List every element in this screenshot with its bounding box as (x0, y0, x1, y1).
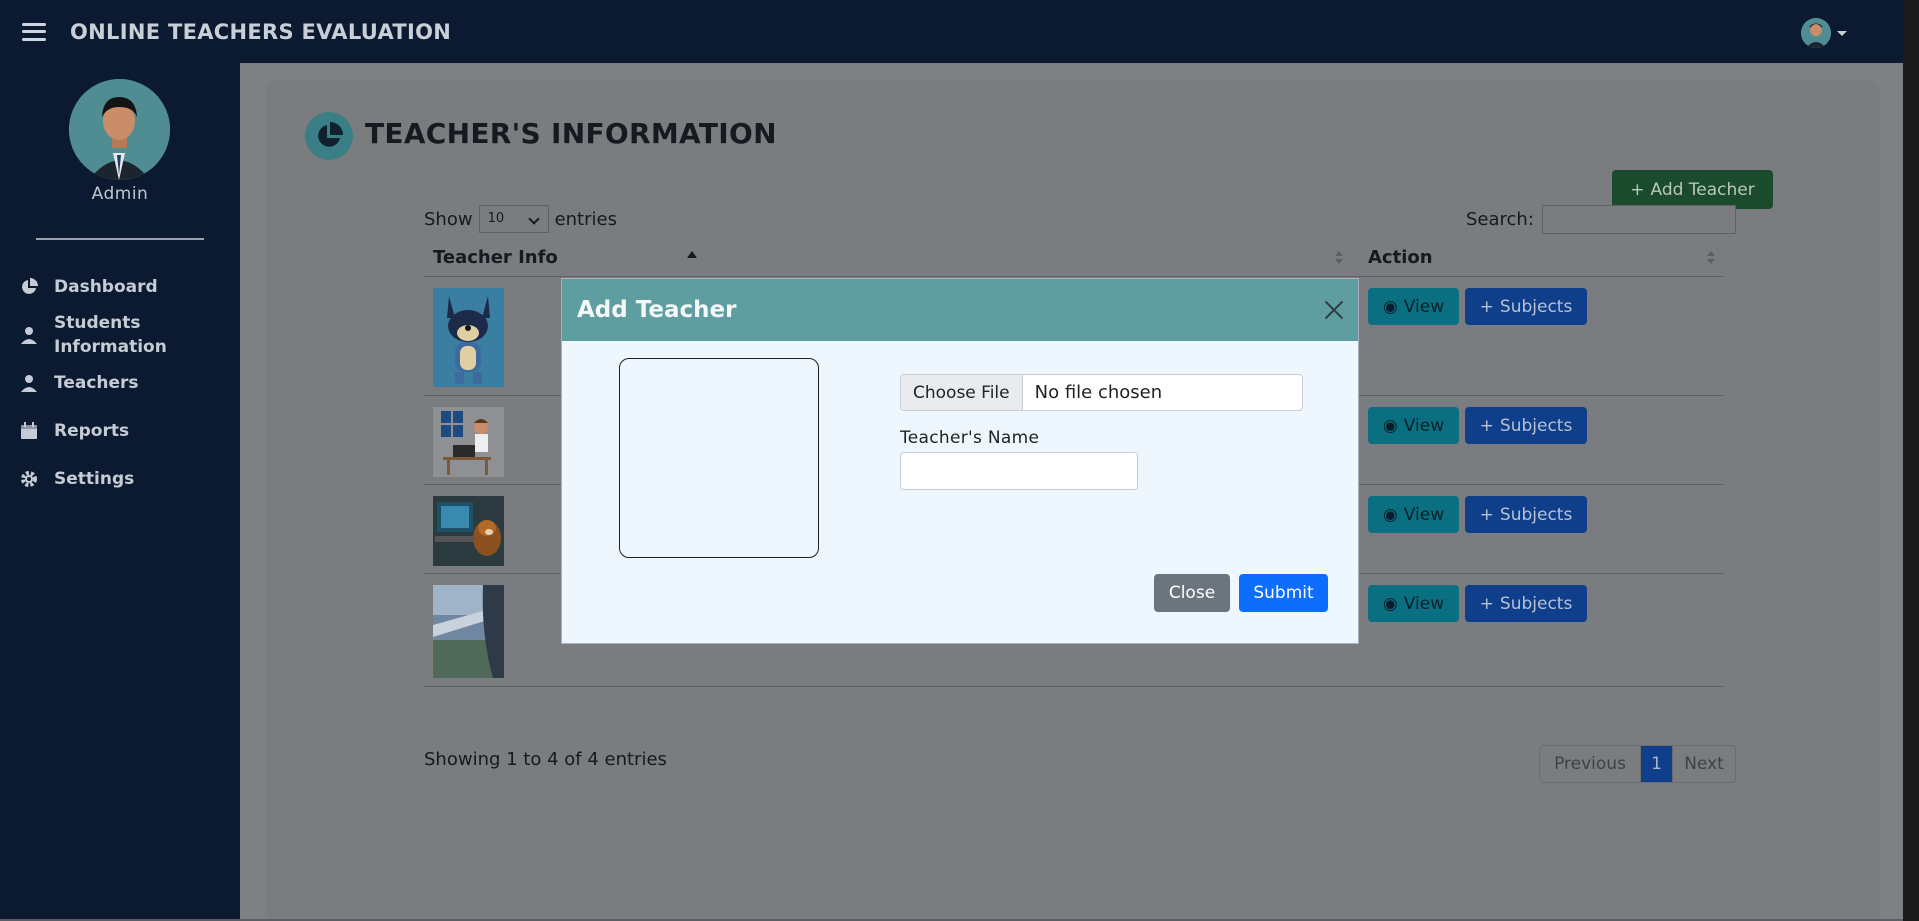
teacher-photo (433, 496, 504, 566)
close-icon[interactable] (1324, 300, 1344, 320)
view-button[interactable]: ◉ View (1368, 585, 1459, 622)
plus-icon: + (1479, 415, 1494, 436)
teacher-photo (433, 288, 504, 387)
pagination: Previous 1 Next (1539, 745, 1736, 783)
chevron-down-icon (1837, 30, 1847, 36)
view-label: View (1403, 415, 1445, 436)
plus-icon: + (1479, 296, 1494, 317)
entries-select[interactable]: 10 (478, 205, 549, 233)
hamburger-menu-icon[interactable] (22, 22, 46, 41)
show-label: Show (424, 208, 473, 230)
sort-ascending-icon (687, 251, 697, 258)
teacher-name-label: Teacher's Name (900, 428, 1040, 448)
teacher-photo (433, 407, 504, 477)
subjects-button[interactable]: + Subjects (1465, 496, 1587, 533)
view-label: View (1403, 504, 1445, 525)
file-input[interactable]: Choose File No file chosen (900, 374, 1303, 411)
pagination-next[interactable]: Next (1672, 746, 1735, 782)
table-search: Search: (1466, 205, 1736, 234)
pagination-page-1[interactable]: 1 (1641, 746, 1672, 782)
user-icon (20, 374, 37, 392)
view-label: View (1403, 593, 1445, 614)
subjects-label: Subjects (1499, 593, 1573, 614)
sidebar-item-teachers[interactable]: Teachers (0, 359, 240, 407)
entries-label: entries (554, 208, 617, 230)
user-avatar-icon (1801, 18, 1831, 48)
row-actions: ◉ View + Subjects (1368, 496, 1587, 533)
file-status: No file chosen (1034, 382, 1163, 403)
user-menu-toggle[interactable] (1801, 18, 1847, 48)
page-title: TEACHER'S INFORMATION (365, 117, 777, 150)
sidebar-item-reports[interactable]: Reports (0, 407, 240, 455)
view-button[interactable]: ◉ View (1368, 288, 1459, 325)
subjects-label: Subjects (1499, 504, 1573, 525)
view-button[interactable]: ◉ View (1368, 407, 1459, 444)
modal-header: Add Teacher (562, 279, 1358, 341)
plus-icon: + (1479, 504, 1494, 525)
submit-button[interactable]: Submit (1239, 574, 1328, 612)
top-navbar: ONLINE TEACHERS EVALUATION (0, 0, 1903, 63)
table-info: Showing 1 to 4 of 4 entries (424, 749, 667, 770)
window-scrollbar[interactable] (1903, 0, 1919, 921)
subjects-button[interactable]: + Subjects (1465, 407, 1587, 444)
sidebar-item-dashboard[interactable]: Dashboard (0, 263, 240, 311)
entries-value: 10 (487, 211, 505, 226)
column-header-teacher-info[interactable]: Teacher Info (433, 247, 558, 268)
table-header: Teacher Info Action (424, 241, 1724, 277)
plus-icon: + (1630, 179, 1645, 200)
column-header-action[interactable]: Action (1368, 247, 1433, 268)
eye-icon: ◉ (1382, 415, 1398, 436)
pagination-previous[interactable]: Previous (1540, 746, 1641, 782)
row-actions: ◉ View + Subjects (1368, 407, 1587, 444)
add-teacher-label: Add Teacher (1650, 179, 1755, 200)
sort-icon (1707, 251, 1715, 265)
sidebar-nav: Dashboard Students Information Teachers … (0, 263, 240, 503)
sidebar: Admin Dashboard Students Information Tea… (0, 63, 240, 921)
plus-icon: + (1479, 593, 1494, 614)
sidebar-item-label: Settings (54, 469, 135, 489)
pie-chart-icon (305, 112, 353, 160)
sort-icon (1335, 251, 1343, 265)
photo-preview (619, 358, 819, 558)
search-label: Search: (1466, 209, 1534, 230)
sidebar-item-label: Students Information (54, 313, 167, 357)
subjects-button[interactable]: + Subjects (1465, 585, 1587, 622)
teacher-name-input[interactable] (900, 452, 1138, 490)
sidebar-divider (36, 238, 204, 240)
search-input[interactable] (1541, 205, 1736, 234)
subjects-label: Subjects (1499, 415, 1573, 436)
calendar-icon (20, 422, 37, 440)
subjects-label: Subjects (1499, 296, 1573, 317)
app-title: ONLINE TEACHERS EVALUATION (70, 19, 452, 44)
add-teacher-button[interactable]: + Add Teacher (1612, 170, 1773, 209)
eye-icon: ◉ (1382, 504, 1398, 525)
close-button[interactable]: Close (1154, 574, 1230, 612)
sidebar-item-settings[interactable]: Settings (0, 455, 240, 503)
user-icon (20, 326, 37, 344)
sidebar-item-label: Teachers (54, 373, 139, 393)
pie-chart-icon (20, 278, 38, 296)
teacher-photo (433, 585, 504, 678)
sidebar-item-label: Reports (54, 421, 130, 441)
sidebar-item-label: Dashboard (54, 277, 158, 297)
admin-avatar (69, 79, 170, 180)
eye-icon: ◉ (1382, 593, 1398, 614)
eye-icon: ◉ (1382, 296, 1398, 317)
view-button[interactable]: ◉ View (1368, 496, 1459, 533)
sidebar-item-students-information[interactable]: Students Information (0, 311, 240, 359)
modal-title: Add Teacher (577, 297, 737, 323)
row-actions: ◉ View + Subjects (1368, 288, 1587, 325)
choose-file-button[interactable]: Choose File (901, 375, 1023, 410)
admin-name: Admin (91, 184, 149, 204)
show-entries-control: Show 10 entries (424, 205, 617, 233)
view-label: View (1403, 296, 1445, 317)
add-teacher-modal: Add Teacher Choose File No file chosen T… (561, 278, 1359, 644)
subjects-button[interactable]: + Subjects (1465, 288, 1587, 325)
gear-icon (20, 470, 38, 488)
row-actions: ◉ View + Subjects (1368, 585, 1587, 622)
